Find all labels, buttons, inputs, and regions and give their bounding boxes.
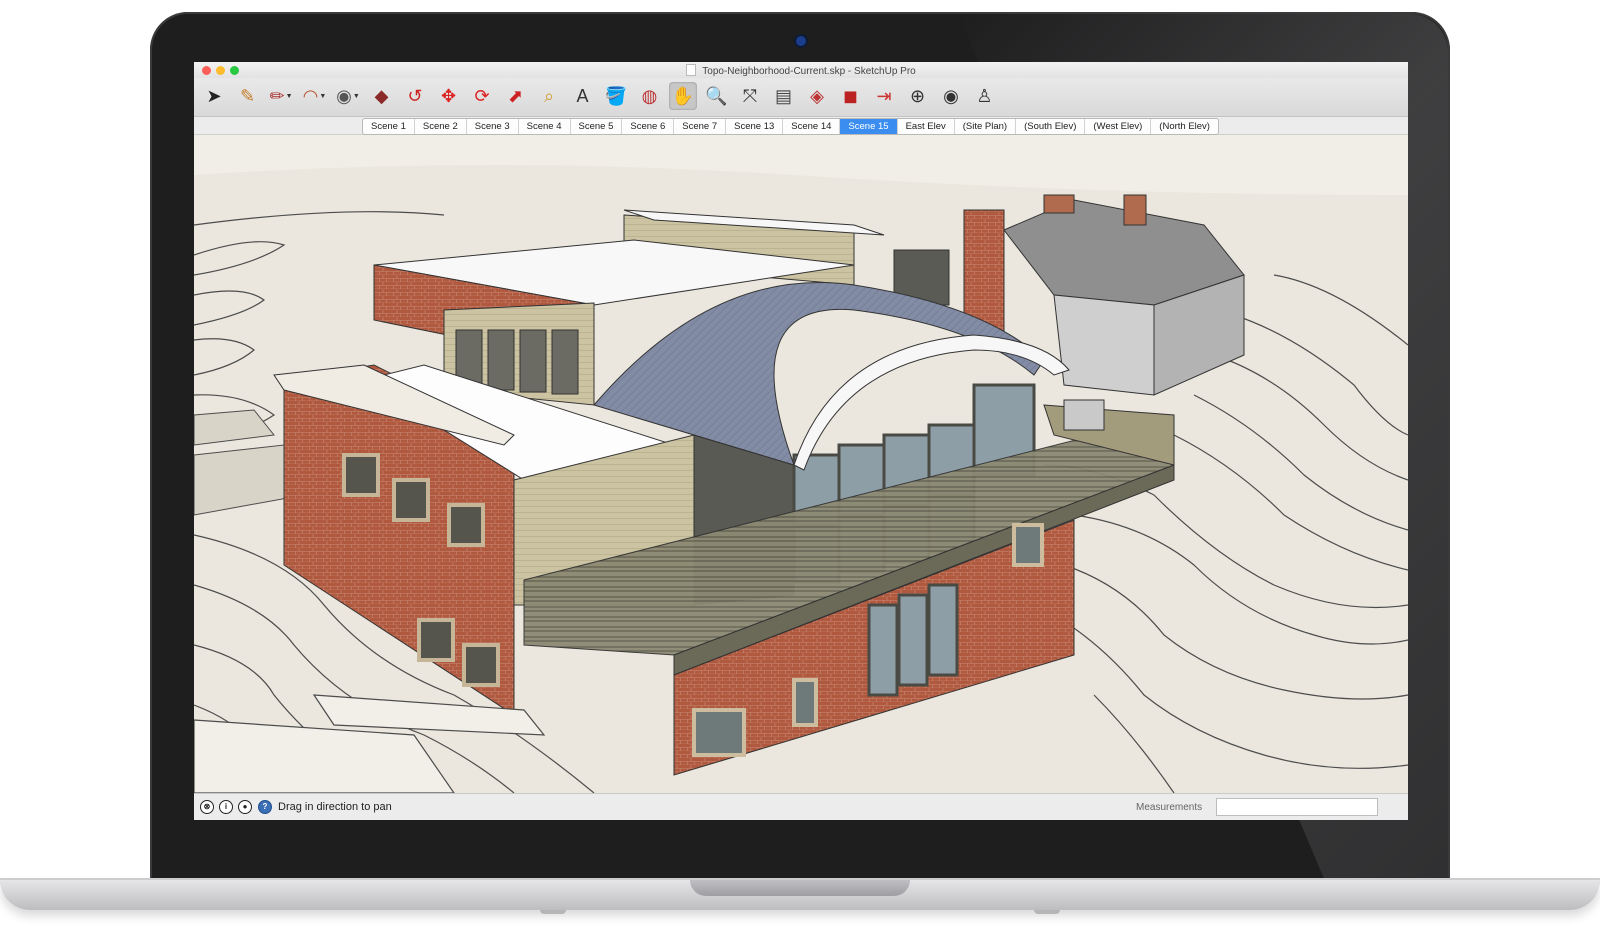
scene-tab[interactable]: East Elev — [898, 119, 955, 134]
status-bar: ⊗ i ● ? Drag in direction to pan Measure… — [194, 793, 1408, 820]
warehouse-icon: ◈ — [810, 85, 824, 106]
scene-tab[interactable]: Scene 6 — [622, 119, 675, 134]
follow-me-icon: ↺ — [407, 85, 423, 106]
warehouse-tool-button[interactable]: ◈ — [803, 82, 831, 110]
zoom-extents-tool-button[interactable]: ⤧ — [736, 82, 764, 110]
laptop-foot-right — [1034, 910, 1060, 914]
previous-view-icon: ▤ — [774, 85, 792, 106]
send-to-layout-icon: ⇥ — [876, 85, 892, 106]
pan-icon: ✋ — [671, 85, 695, 106]
scene-tab[interactable]: (Site Plan) — [955, 119, 1017, 134]
dropdown-caret-icon: ▼ — [319, 92, 327, 100]
geo-location-icon[interactable]: ⊗ — [200, 800, 214, 814]
zoom-extents-icon: ⤧ — [742, 85, 758, 106]
scene-tabs-bar: Scene 1 Scene 2 Scene 3 Scene 4 Scene 5 Scene… — [194, 117, 1408, 135]
pencil-tool-button[interactable]: ✏ ▼ — [267, 82, 295, 110]
dropdown-caret-icon: ▼ — [285, 92, 293, 100]
scene-tab[interactable]: (West Elev) — [1085, 119, 1152, 134]
measurements-input[interactable] — [1216, 798, 1378, 816]
laptop-foot-left — [540, 910, 566, 914]
pan-tool-button[interactable]: ✋ — [669, 82, 697, 110]
circle-tool-button[interactable]: ◉ ▼ — [334, 82, 362, 110]
scene-tabs: Scene 1 Scene 2 Scene 3 Scene 4 Scene 5 Scene… — [362, 118, 1219, 135]
scene-tab[interactable]: Scene 1 — [363, 119, 415, 134]
model-viewport[interactable] — [194, 135, 1408, 793]
window-title-text: Topo-Neighborhood-Current.skp - SketchUp… — [702, 66, 916, 77]
scene-tab[interactable]: (North Elev) — [1151, 119, 1218, 134]
rotate-icon: ⟳ — [474, 85, 490, 106]
move-tool-button[interactable]: ✥ — [435, 82, 463, 110]
3d-model-drawing — [194, 135, 1408, 793]
paint-bucket-tool-button[interactable]: 🪣 — [602, 82, 630, 110]
zoom-tool-button[interactable]: 🔍 — [703, 82, 731, 110]
user-icon[interactable]: ● — [238, 800, 252, 814]
measurements-label: Measurements — [1136, 802, 1203, 813]
text-tool-button[interactable]: A — [569, 82, 597, 110]
status-message: Drag in direction to pan — [278, 801, 392, 813]
scene-tab[interactable]: Scene 3 — [467, 119, 519, 134]
help-icon[interactable]: ? — [258, 800, 272, 814]
window-title: Topo-Neighborhood-Current.skp - SketchUp… — [194, 64, 1408, 77]
rotate-tool-button[interactable]: ⟳ — [468, 82, 496, 110]
arc-tool-button[interactable]: ◠ ▼ — [301, 82, 329, 110]
follow-me-tool-button[interactable]: ↺ — [401, 82, 429, 110]
pencil-icon: ✏ — [269, 85, 285, 106]
scene-tab[interactable]: Scene 15 — [840, 119, 898, 134]
info-icon[interactable]: i — [219, 800, 233, 814]
walk-tool-button[interactable]: ♙ — [971, 82, 999, 110]
scene-tab[interactable]: Scene 4 — [519, 119, 571, 134]
scale-tool-button[interactable]: ⬈ — [502, 82, 530, 110]
scene-tab[interactable]: Scene 14 — [783, 119, 841, 134]
tape-measure-icon: ⌕ — [543, 85, 555, 106]
tape-measure-tool-button[interactable]: ⌕ — [535, 82, 563, 110]
push-pull-icon: ◆ — [374, 85, 389, 106]
eraser-tool-button[interactable]: ✎ — [234, 82, 262, 110]
position-camera-tool-button[interactable]: ⊕ — [904, 82, 932, 110]
app-window: Topo-Neighborhood-Current.skp - SketchUp… — [194, 62, 1408, 820]
previous-view-tool-button[interactable]: ▤ — [770, 82, 798, 110]
scene-tab[interactable]: Scene 5 — [571, 119, 623, 134]
scene-tab[interactable]: Scene 7 — [674, 119, 727, 134]
scene-tab[interactable]: Scene 2 — [415, 119, 467, 134]
document-icon — [686, 64, 697, 76]
select-icon: ➤ — [206, 85, 222, 106]
send-to-layout-tool-button[interactable]: ⇥ — [870, 82, 898, 110]
position-camera-icon: ⊕ — [909, 85, 926, 106]
webcam — [796, 36, 806, 46]
move-icon: ✥ — [440, 85, 457, 106]
scene-tab[interactable]: Scene 13 — [726, 119, 784, 134]
paint-bucket-icon: 🪣 — [604, 85, 628, 106]
orbit-icon: ◍ — [641, 85, 658, 106]
select-tool-button[interactable]: ➤ — [200, 82, 228, 110]
orbit-tool-button[interactable]: ◍ — [636, 82, 664, 110]
components-tool-button[interactable]: ◼ — [837, 82, 865, 110]
main-toolbar: ➤ ✎ ✏ ▼ ◠ ▼ ◉ ▼ ◆ ↺ ✥ ⟳ ⬈ ⌕ A 🪣 ◍ ✋ 🔍 ⤧ ▤ ◈ ◼ ⇥ ⊕ ◉ ♙ — [194, 78, 1408, 117]
walk-icon: ♙ — [976, 85, 993, 106]
look-around-icon: ◉ — [943, 85, 959, 106]
scale-icon: ⬈ — [507, 85, 524, 106]
scene-tab[interactable]: (South Elev) — [1016, 119, 1086, 134]
eraser-icon: ✎ — [239, 85, 256, 106]
laptop-notch — [690, 880, 910, 896]
look-around-tool-button[interactable]: ◉ — [937, 82, 965, 110]
title-bar: Topo-Neighborhood-Current.skp - SketchUp… — [194, 62, 1408, 78]
push-pull-tool-button[interactable]: ◆ — [368, 82, 396, 110]
arc-icon: ◠ — [302, 85, 319, 106]
text-icon: A — [576, 85, 589, 106]
dropdown-caret-icon: ▼ — [352, 92, 360, 100]
components-icon: ◼ — [843, 85, 858, 106]
zoom-icon: 🔍 — [705, 85, 728, 106]
circle-icon: ◉ — [336, 85, 352, 106]
